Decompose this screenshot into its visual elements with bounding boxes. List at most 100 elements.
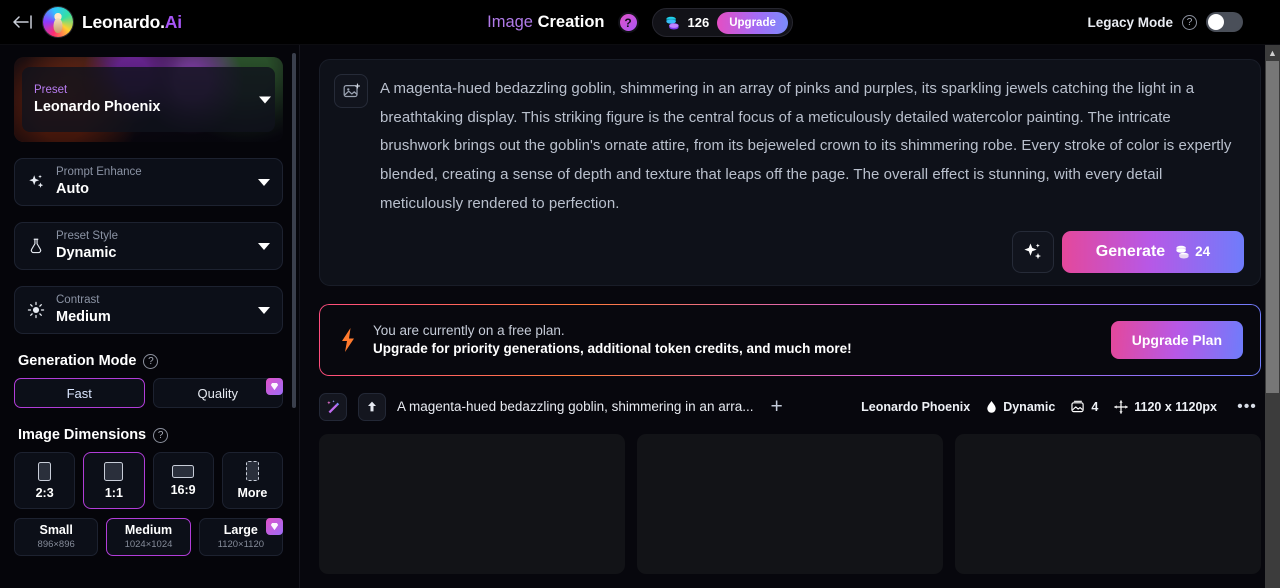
preset-style-control[interactable]: Preset Style Dynamic [14,222,283,270]
settings-sidebar: Preset Leonardo Phoenix Prompt Enhance A… [0,45,300,588]
ratio-shape-icon [104,461,124,481]
aspect-ratio-1-1[interactable]: 1:1 [83,452,145,509]
aspect-ratio-options: 2:3 1:1 16:9 More [14,452,283,509]
contrast-text: Contrast Medium [56,293,111,327]
arrow-up-glyph [368,401,376,412]
scroll-up-arrow-icon[interactable]: ▲ [1267,48,1278,59]
contrast-label: Contrast [56,294,100,306]
generation-prompt-summary: A magenta-hued bedazzling goblin, shimme… [397,399,754,415]
image-add-icon[interactable] [334,74,368,108]
image-size-small-px: 896×896 [37,539,75,550]
generation-mode-quality-label: Quality [197,385,238,401]
generate-cost-value: 24 [1195,244,1211,260]
result-tile[interactable] [955,433,1261,574]
app-body: Preset Leonardo Phoenix Prompt Enhance A… [0,45,1280,588]
generation-mode-header: Generation Mode ? [18,353,283,369]
legacy-mode-toggle[interactable] [1206,12,1243,32]
generation-mode-fast[interactable]: Fast [14,378,145,408]
image-size-small-label: Small [39,523,73,537]
chevron-down-icon[interactable] [258,306,270,314]
magic-wand-glyph [327,399,340,413]
prompt-input[interactable]: A magenta-hued bedazzling goblin, shimme… [380,74,1244,219]
help-icon[interactable]: ? [617,12,639,33]
page-scrollbar-thumb[interactable] [1266,61,1279,393]
sidebar-scrollbar[interactable] [292,53,296,408]
prompt-enhance-text: Prompt Enhance Auto [56,165,142,199]
arrow-up-icon[interactable] [358,392,386,421]
meta-style-value: Dynamic [1003,399,1056,414]
header-title-soft: Image [487,13,533,31]
sparkles-icon [29,174,44,188]
meta-model: Leonardo Phoenix [861,399,971,414]
brand-name: Leonardo. [82,11,165,32]
preset-style-label: Preset Style [56,230,118,242]
images-icon [1071,400,1084,413]
prompt-actions: Generate 24 [334,230,1244,273]
back-arrow-glyph [13,15,32,29]
prompt-enhance-value: Auto [56,181,90,197]
aspect-ratio-more[interactable]: More [221,452,283,509]
enhance-prompt-button[interactable] [1012,230,1054,273]
preset-value: Leonardo Phoenix [34,98,161,115]
generation-mode-fast-label: Fast [66,385,92,401]
preset-label: Preset [34,83,68,96]
image-dimensions-help-icon[interactable]: ? [153,427,169,443]
header-left: Leonardo.Ai [0,7,300,37]
premium-gem-icon [266,378,283,395]
page-scrollbar[interactable]: ▲ ▼ [1265,45,1280,588]
legacy-help-icon[interactable]: ? [1182,14,1197,30]
result-tile[interactable] [319,433,625,574]
page-title: Leonardo.Ai [82,12,182,33]
coin-stack-icon [665,16,679,29]
image-size-large[interactable]: Large 1120×1120 [198,518,283,556]
avatar[interactable] [43,7,73,37]
header-title-strong: Creation [537,13,605,31]
lightning-bolt-icon [342,327,354,352]
free-plan-banner: You are currently on a free plan. Upgrad… [319,303,1261,376]
contrast-control[interactable]: Contrast Medium [14,286,283,334]
aspect-ratio-16-9[interactable]: 16:9 [152,452,214,509]
prompt-enhance-control[interactable]: Prompt Enhance Auto [14,158,283,206]
chevron-down-icon[interactable] [259,96,271,103]
meta-dimensions-item: 1120 x 1120px [1114,400,1217,414]
image-size-medium[interactable]: Medium 1024×1024 [106,518,191,556]
image-size-medium-label: Medium [124,523,173,537]
meta-dimensions-value: 1120 x 1120px [1134,399,1217,414]
image-dimensions-header: Image Dimensions ? [18,427,283,443]
generate-button-label: Generate [1095,242,1166,260]
aspect-ratio-2-3[interactable]: 2:3 [14,452,76,509]
ratio-more-icon [245,461,259,481]
upgrade-button[interactable]: Upgrade [717,11,788,34]
free-plan-line2: Upgrade for priority generations, additi… [373,341,852,357]
free-plan-text: You are currently on a free plan. Upgrad… [373,323,852,356]
add-prompt-button[interactable]: + [770,396,782,417]
legacy-mode-label: Legacy Mode [1087,14,1173,30]
generation-mode-quality[interactable]: Quality [152,378,283,408]
back-arrow-icon[interactable] [12,11,34,33]
generation-mode-help-icon[interactable]: ? [143,353,159,369]
image-dimensions-title: Image Dimensions [18,427,147,443]
generate-button[interactable]: Generate 24 [1062,230,1244,273]
magic-wand-icon[interactable] [319,392,347,421]
prompt-enhance-label: Prompt Enhance [56,166,142,178]
upgrade-plan-button[interactable]: Upgrade Plan [1110,320,1243,359]
image-size-small[interactable]: Small 896×896 [14,518,99,556]
chevron-down-icon[interactable] [258,242,270,250]
image-size-large-label: Large [223,523,258,537]
chevron-down-icon[interactable] [258,178,270,186]
sparkles-icon [1024,243,1042,259]
generation-mode-options: Fast Quality [14,378,283,408]
aspect-ratio-more-label: More [237,486,268,500]
gem-glyph [270,523,279,531]
main-content: A magenta-hued bedazzling goblin, shimme… [300,45,1280,588]
aspect-ratio-2-3-label: 2:3 [35,485,54,500]
more-options-icon[interactable]: ••• [1233,393,1261,421]
ratio-shape-icon [172,464,195,478]
preset-card[interactable]: Preset Leonardo Phoenix [14,57,283,142]
result-tile[interactable] [637,433,943,574]
header-right: Legacy Mode ? [1087,12,1280,32]
header-title: Image Creation [487,13,604,32]
gem-glyph [270,383,279,391]
contrast-value: Medium [56,309,111,325]
meta-count-item: 4 [1071,400,1098,414]
